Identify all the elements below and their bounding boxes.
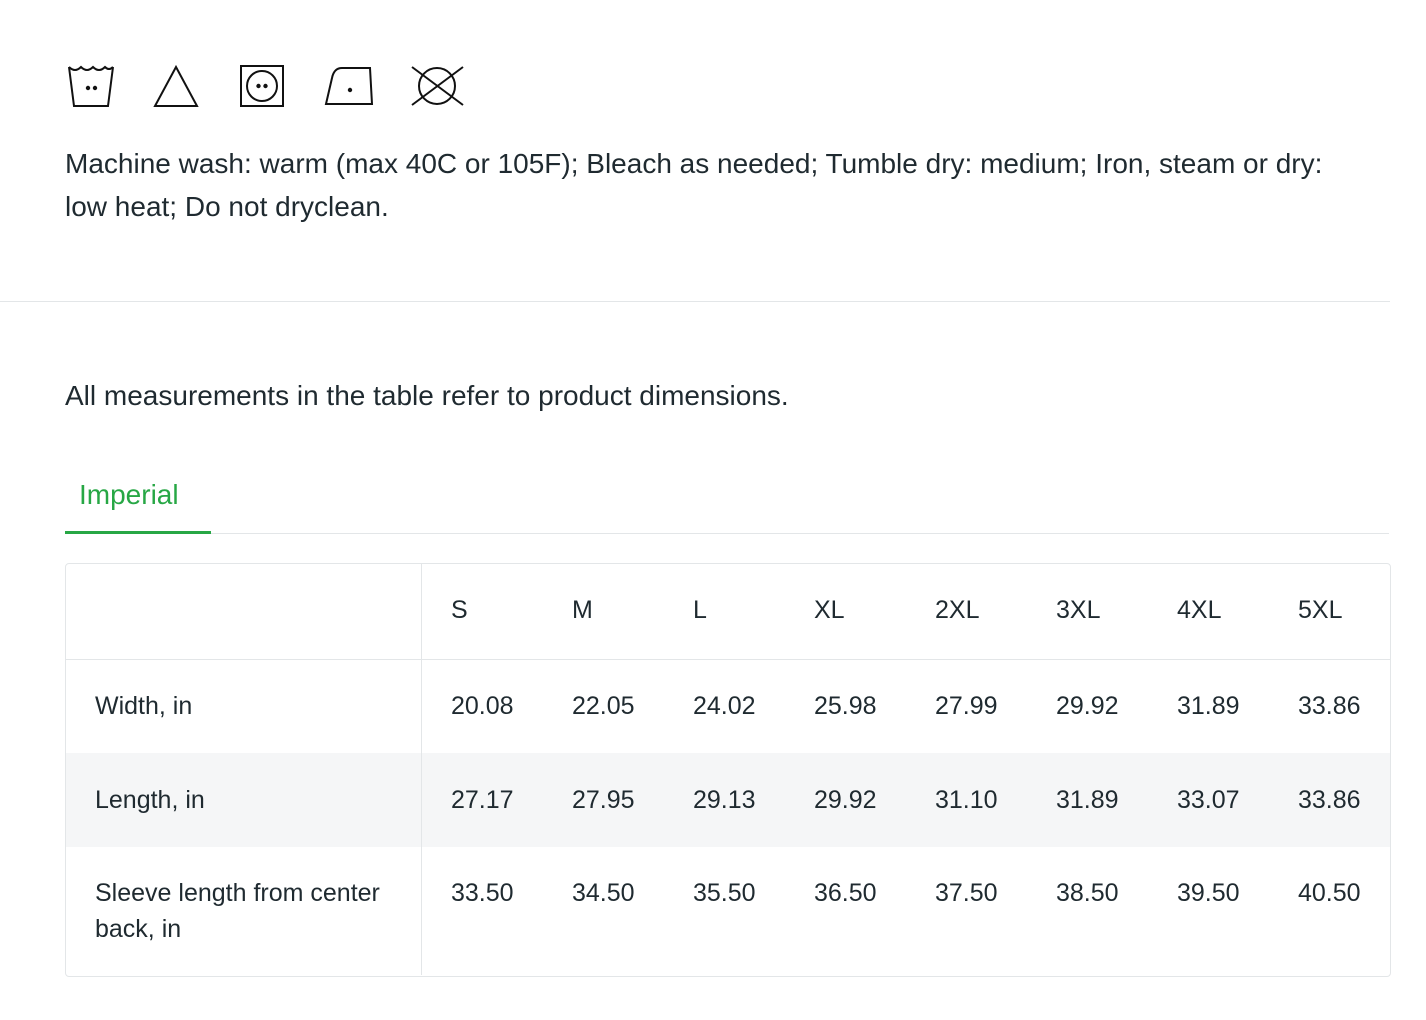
table-cell: 34.50 bbox=[572, 879, 635, 907]
bleach-icon bbox=[152, 60, 238, 112]
table-cell: 33.86 bbox=[1298, 692, 1361, 720]
table-cell: 31.89 bbox=[1177, 692, 1240, 720]
iron-low-icon bbox=[324, 60, 410, 112]
table-cell: 33.50 bbox=[451, 879, 514, 907]
header-cell-m: M bbox=[572, 596, 593, 624]
table-cell: 35.50 bbox=[693, 879, 756, 907]
row-label: Sleeve length from center back, in bbox=[66, 847, 422, 975]
header-cell-3xl: 3XL bbox=[1056, 596, 1101, 624]
table-cell: 37.50 bbox=[935, 879, 998, 907]
table-cell: 36.50 bbox=[814, 879, 877, 907]
header-cell-2xl: 2XL bbox=[935, 596, 980, 624]
table-cell: 29.13 bbox=[693, 786, 756, 814]
header-cell-empty bbox=[66, 564, 422, 659]
header-cell-s: S bbox=[451, 596, 468, 624]
tab-imperial[interactable]: Imperial bbox=[65, 470, 211, 534]
table-cell: 29.92 bbox=[814, 786, 877, 814]
section-divider bbox=[0, 301, 1390, 302]
table-row: Length, in 27.17 27.95 29.13 29.92 31.10… bbox=[66, 753, 1390, 847]
table-row: Width, in 20.08 22.05 24.02 25.98 27.99 … bbox=[66, 660, 1390, 753]
table-cell: 31.89 bbox=[1056, 786, 1119, 814]
table-cell: 25.98 bbox=[814, 692, 877, 720]
tumble-dry-medium-icon bbox=[238, 60, 324, 112]
table-cell: 39.50 bbox=[1177, 879, 1240, 907]
table-cell: 22.05 bbox=[572, 692, 635, 720]
measurements-note: All measurements in the table refer to p… bbox=[65, 380, 789, 411]
table-cell: 27.99 bbox=[935, 692, 998, 720]
row-label: Length, in bbox=[66, 753, 422, 847]
do-not-dryclean-icon bbox=[410, 60, 496, 112]
header-cell-l: L bbox=[693, 596, 707, 624]
header-cell-xl: XL bbox=[814, 596, 845, 624]
care-icons bbox=[66, 60, 496, 112]
table-cell: 29.92 bbox=[1056, 692, 1119, 720]
care-instructions: Machine wash: warm (max 40C or 105F); Bl… bbox=[65, 148, 1323, 222]
unit-tabs: Imperial bbox=[65, 470, 1389, 534]
table-cell: 27.17 bbox=[451, 786, 514, 814]
table-cell: 33.86 bbox=[1298, 786, 1361, 814]
header-cell-5xl: 5XL bbox=[1298, 596, 1343, 624]
table-cell: 33.07 bbox=[1177, 786, 1240, 814]
table-cell: 20.08 bbox=[451, 692, 514, 720]
table-cell: 40.50 bbox=[1298, 879, 1361, 907]
table-row: Sleeve length from center back, in 33.50… bbox=[66, 847, 1390, 975]
table-cell: 27.95 bbox=[572, 786, 635, 814]
table-cell: 31.10 bbox=[935, 786, 998, 814]
table-cell: 38.50 bbox=[1056, 879, 1119, 907]
size-table: S M L XL 2XL 3XL 4XL 5XL Width, in 20.08… bbox=[65, 563, 1391, 977]
header-cell-4xl: 4XL bbox=[1177, 596, 1222, 624]
table-header-row: S M L XL 2XL 3XL 4XL 5XL bbox=[66, 564, 1390, 660]
table-cell: 24.02 bbox=[693, 692, 756, 720]
machine-wash-warm-icon bbox=[66, 60, 152, 112]
row-label: Width, in bbox=[66, 660, 422, 753]
